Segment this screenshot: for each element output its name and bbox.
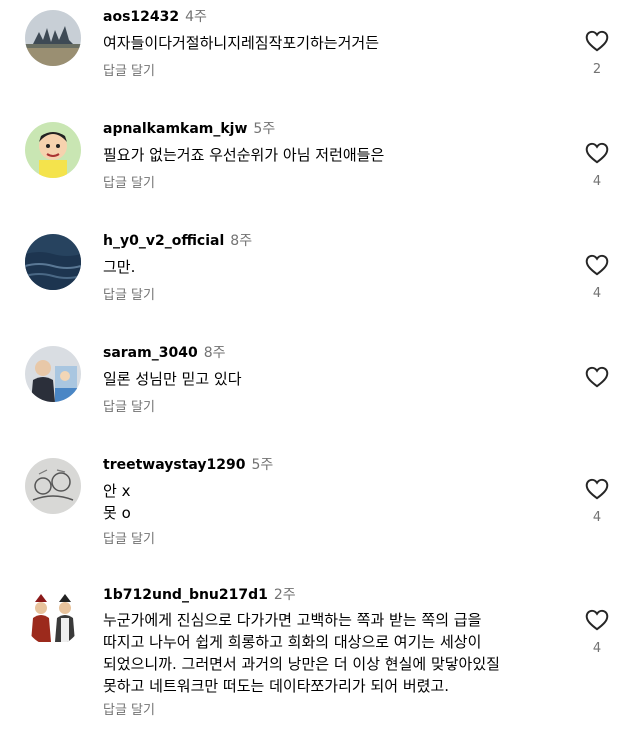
reply-button[interactable]: 답글 달기 — [103, 699, 155, 718]
comment-text: 일론 성님만 믿고 있다 — [103, 370, 242, 388]
photo-avatar-icon[interactable] — [25, 346, 81, 402]
comment-text: 필요가 없는거죠 우선순위가 아님 저런애들은 — [103, 146, 385, 164]
comment-username[interactable]: aos12432 — [103, 9, 179, 25]
heart-icon[interactable] — [584, 364, 610, 390]
comment-age: 4주 — [185, 9, 207, 25]
comment-item: treetwaystay1290 5주 안 x 못 o 답글 달기 4 — [0, 448, 640, 576]
comment-username[interactable]: h_y0_v2_official — [103, 233, 224, 249]
like-count: 2 — [592, 62, 602, 77]
like-count: 4 — [592, 174, 602, 189]
reply-button[interactable]: 답글 달기 — [103, 396, 155, 415]
comment-username[interactable]: apnalkamkam_kjw — [103, 121, 247, 137]
heart-icon[interactable] — [584, 140, 610, 166]
heart-icon[interactable] — [584, 252, 610, 278]
comment-age: 2주 — [273, 587, 296, 603]
comment-text: 여자들이다거절하니지레짐작포기하는거거든 — [103, 34, 380, 52]
comment-text: 안 x 못 o — [103, 482, 131, 522]
comment-age: 8주 — [203, 345, 226, 361]
reply-button[interactable]: 답글 달기 — [103, 528, 155, 547]
heart-icon[interactable] — [584, 607, 610, 633]
comment-item: 1b712und_bnu217d1 2주 누군가에게 진심으로 다가가면 고백하는… — [0, 578, 640, 739]
like-count: 4 — [592, 510, 602, 525]
warriors-avatar-icon[interactable] — [25, 590, 81, 646]
comment-username[interactable]: saram_3040 — [103, 345, 198, 361]
comment-text: 그만. — [103, 258, 136, 276]
reply-button[interactable]: 답글 달기 — [103, 284, 155, 303]
cartoon-boy-avatar-icon[interactable] — [25, 122, 81, 178]
reply-button[interactable]: 답글 달기 — [103, 172, 155, 191]
comment-username[interactable]: treetwaystay1290 — [103, 457, 246, 473]
comment-age: 5주 — [251, 457, 274, 473]
heart-icon[interactable] — [584, 476, 610, 502]
comment-age: 5주 — [253, 121, 276, 137]
comment-item: saram_3040 8주 일론 성님만 믿고 있다 답글 달기 — [0, 336, 640, 448]
ocean-avatar-icon[interactable] — [25, 234, 81, 290]
landscape-avatar-icon[interactable] — [25, 10, 81, 66]
comment-item: aos12432 4주 여자들이다거절하니지레짐작포기하는거거든 답글 달기 2 — [0, 0, 640, 112]
sketch-avatar-icon[interactable] — [25, 458, 81, 514]
comment-item: h_y0_v2_official 8주 그만. 답글 달기 4 — [0, 224, 640, 336]
comment-username[interactable]: 1b712und_bnu217d1 — [103, 587, 268, 603]
like-count: 4 — [592, 641, 602, 656]
like-count: 4 — [592, 286, 602, 301]
reply-button[interactable]: 답글 달기 — [103, 60, 155, 79]
heart-icon[interactable] — [584, 28, 610, 54]
comment-text: 누군가에게 진심으로 다가가면 고백하는 쪽과 받는 쪽의 급을 따지고 나누어… — [103, 611, 500, 695]
comment-age: 8주 — [230, 233, 253, 249]
comment-item: apnalkamkam_kjw 5주 필요가 없는거죠 우선순위가 아님 저런애들… — [0, 112, 640, 224]
